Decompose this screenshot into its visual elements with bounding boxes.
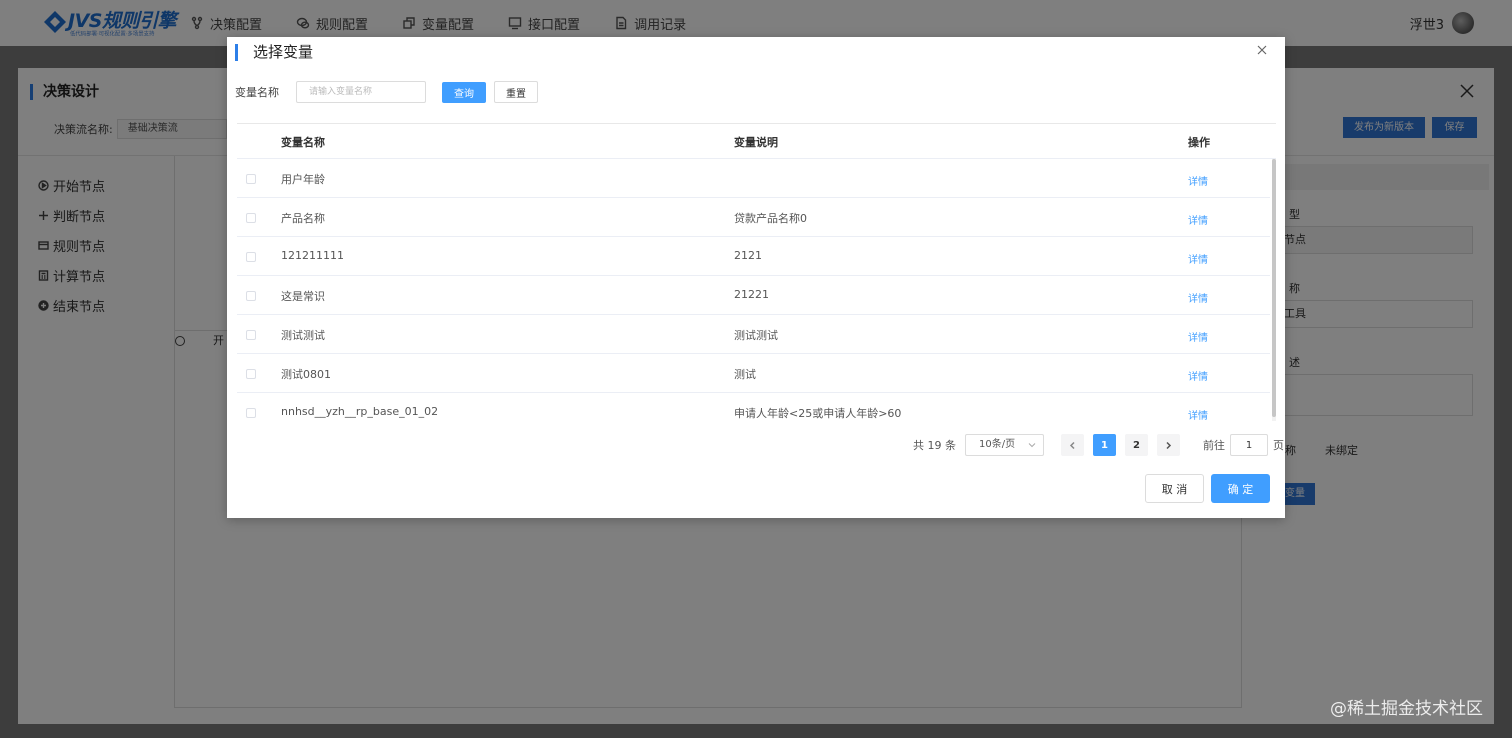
table-row[interactable]: 测试测试 测试测试 详情	[237, 315, 1270, 354]
watermark: @稀土掘金技术社区	[1330, 699, 1483, 719]
detail-link[interactable]: 详情	[1188, 290, 1208, 305]
detail-link[interactable]: 详情	[1188, 173, 1208, 188]
row-checkbox[interactable]	[246, 252, 256, 262]
table-scrollbar[interactable]	[1272, 159, 1276, 421]
page-1-button[interactable]: 1	[1093, 434, 1116, 456]
table-row[interactable]: 121211111 2121 详情	[237, 237, 1270, 276]
detail-link[interactable]: 详情	[1188, 212, 1208, 227]
dialog-title: 选择变量	[235, 44, 313, 61]
table-row[interactable]: 测试0801 测试 详情	[237, 354, 1270, 393]
column-header-desc: 变量说明	[734, 136, 778, 149]
cell-desc: 测试	[734, 368, 756, 381]
cell-desc: 测试测试	[734, 329, 778, 342]
reset-button[interactable]: 重置	[494, 81, 538, 103]
row-checkbox[interactable]	[246, 369, 256, 379]
table-row[interactable]: 这是常识 21221 详情	[237, 276, 1270, 315]
cell-name: 这是常识	[281, 290, 325, 303]
cell-desc: 21221	[734, 288, 769, 301]
row-checkbox[interactable]	[246, 408, 256, 418]
table-header: 变量名称 变量说明 操作	[237, 124, 1276, 159]
select-variable-dialog: 选择变量 变量名称 查询 重置 变量名称 变量说明 操作 用户年龄 详情 产品名…	[227, 37, 1285, 518]
page-size-select[interactable]: 10条/页	[965, 434, 1044, 456]
detail-link[interactable]: 详情	[1188, 368, 1208, 383]
table-row[interactable]: 用户年龄 详情	[237, 159, 1270, 198]
page-2-button[interactable]: 2	[1125, 434, 1148, 456]
row-checkbox[interactable]	[246, 213, 256, 223]
chevron-left-icon	[1069, 441, 1075, 449]
chevron-right-icon	[1166, 441, 1172, 449]
search-row: 变量名称 查询 重置	[235, 81, 538, 103]
cell-name: nnhsd__yzh__rp_base_01_02	[281, 405, 439, 418]
next-page-button[interactable]	[1157, 434, 1180, 456]
row-checkbox[interactable]	[246, 330, 256, 340]
cell-name: 用户年龄	[281, 173, 325, 186]
cell-name: 测试测试	[281, 329, 325, 342]
goto-unit: 页	[1273, 439, 1284, 452]
variable-name-input[interactable]	[296, 81, 426, 103]
detail-link[interactable]: 详情	[1188, 407, 1208, 421]
cell-desc: 2121	[734, 249, 762, 262]
detail-link[interactable]: 详情	[1188, 251, 1208, 266]
cell-desc: 贷款产品名称0	[734, 212, 807, 225]
cell-name: 产品名称	[281, 212, 325, 225]
page-size-value: 10条/页	[979, 439, 1016, 450]
close-icon[interactable]	[1255, 43, 1269, 57]
table-row[interactable]: nnhsd__yzh__rp_base_01_02 申请人年龄<25或申请人年龄…	[237, 393, 1270, 421]
pagination: 共 19 条 10条/页 1 2 前往 页	[913, 434, 1284, 456]
cell-name: 121211111	[281, 249, 344, 262]
row-checkbox[interactable]	[246, 291, 256, 301]
detail-link[interactable]: 详情	[1188, 329, 1208, 344]
table-row[interactable]: 产品名称 贷款产品名称0 详情	[237, 198, 1270, 237]
total-count: 共 19 条	[913, 439, 956, 452]
variable-table: 变量名称 变量说明 操作 用户年龄 详情 产品名称 贷款产品名称0 详情 121…	[237, 123, 1276, 421]
confirm-button[interactable]: 确 定	[1211, 474, 1270, 503]
goto-page-input[interactable]	[1230, 434, 1268, 456]
column-header-name: 变量名称	[281, 136, 325, 149]
chevron-down-icon	[1028, 443, 1036, 448]
scrollbar-thumb[interactable]	[1272, 159, 1276, 417]
query-button[interactable]: 查询	[442, 81, 486, 103]
prev-page-button[interactable]	[1061, 434, 1084, 456]
cell-desc: 申请人年龄<25或申请人年龄>60	[734, 407, 902, 420]
cell-name: 测试0801	[281, 368, 331, 381]
row-checkbox[interactable]	[246, 174, 256, 184]
goto-label: 前往	[1203, 439, 1225, 452]
column-header-action: 操作	[1188, 136, 1210, 149]
search-label: 变量名称	[235, 86, 279, 99]
cancel-button[interactable]: 取 消	[1145, 474, 1204, 503]
